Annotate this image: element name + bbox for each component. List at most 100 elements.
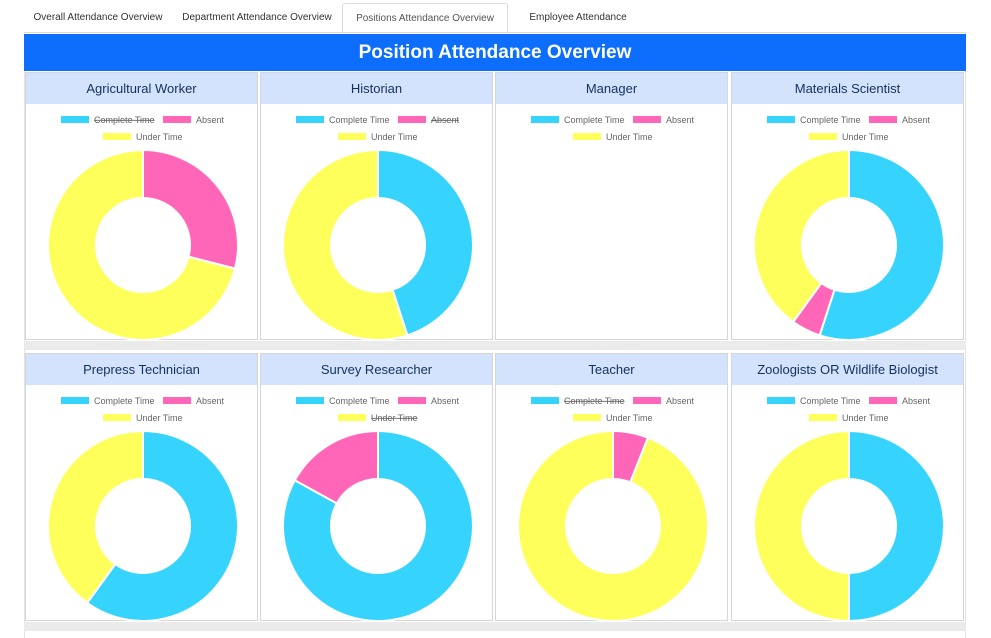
legend-label: Under Time	[606, 413, 653, 423]
legend-complete-time[interactable]: Complete Time	[296, 115, 390, 125]
legend-label: Under Time	[842, 413, 889, 423]
legend-label: Complete Time	[329, 396, 390, 406]
chart-title: Historian	[261, 73, 492, 104]
page-title: Position Attendance Overview	[24, 34, 966, 71]
legend-under-time[interactable]: Under Time	[338, 132, 418, 142]
legend-under-time[interactable]: Under Time	[338, 413, 418, 423]
legend-swatch	[61, 397, 89, 404]
chart-card: Prepress Technician Complete Time Absent U…	[25, 353, 258, 622]
legend-complete-time[interactable]: Complete Time	[531, 396, 625, 406]
legend-swatch	[869, 397, 897, 404]
legend-swatch	[531, 397, 559, 404]
legend-swatch	[809, 133, 837, 140]
legend-swatch	[103, 133, 131, 140]
chart-card: Manager Complete Time Absent Under Time	[495, 72, 728, 340]
legend-complete-time[interactable]: Complete Time	[767, 115, 861, 125]
legend-swatch	[61, 116, 89, 123]
legend-absent[interactable]: Absent	[398, 115, 460, 125]
legend-complete-time[interactable]: Complete Time	[767, 396, 861, 406]
legend-label: Absent	[666, 396, 695, 406]
legend-swatch	[398, 116, 426, 123]
legend-label: Complete Time	[329, 115, 390, 125]
legend-absent[interactable]: Absent	[163, 115, 225, 125]
slice-under-time[interactable]	[517, 429, 709, 622]
legend-absent[interactable]: Absent	[163, 396, 225, 406]
doughnut-chart: Complete Time Absent Under Time	[47, 396, 239, 622]
legend-swatch	[809, 414, 837, 421]
tab-bar: Overall Attendance Overview Department A…	[24, 0, 966, 53]
chart-title: Survey Researcher	[261, 354, 492, 385]
legend-absent[interactable]: Absent	[398, 396, 460, 406]
legend-swatch	[767, 397, 795, 404]
chart-card: Agricultural Worker Complete Time Absent U…	[25, 72, 258, 341]
doughnut-chart: Complete Time Absent Under Time	[753, 396, 945, 622]
legend-label: Absent	[196, 115, 225, 125]
legend-complete-time[interactable]: Complete Time	[531, 115, 625, 125]
doughnut-chart: Complete Time Absent Under Time	[282, 115, 474, 341]
slice-under-time[interactable]	[753, 429, 850, 622]
legend-label: Complete Time	[94, 115, 155, 125]
legend-swatch	[296, 116, 324, 123]
legend-label: Complete Time	[564, 115, 625, 125]
row-separator	[24, 341, 966, 350]
chart-title: Materials Scientist	[732, 73, 963, 104]
chart-title: Prepress Technician	[26, 354, 257, 385]
legend-under-time[interactable]: Under Time	[573, 413, 653, 423]
legend-swatch	[869, 116, 897, 123]
legend-swatch	[573, 414, 601, 421]
slice-complete-time[interactable]	[848, 429, 945, 622]
legend-label: Absent	[666, 115, 695, 125]
legend-absent[interactable]: Absent	[869, 396, 931, 406]
doughnut-chart: Complete Time Absent Under Time	[531, 115, 695, 142]
legend-swatch	[633, 397, 661, 404]
legend-absent[interactable]: Absent	[633, 115, 695, 125]
legend-swatch	[398, 397, 426, 404]
legend-swatch	[296, 397, 324, 404]
legend-label: Under Time	[136, 132, 183, 142]
legend-label: Complete Time	[800, 396, 861, 406]
chart-title: Manager	[496, 73, 727, 104]
legend-label: Under Time	[842, 132, 889, 142]
legend-label: Under Time	[371, 413, 418, 423]
legend-complete-time[interactable]: Complete Time	[61, 115, 155, 125]
legend-under-time[interactable]: Under Time	[809, 413, 889, 423]
legend-label: Absent	[431, 115, 460, 125]
chart-card: Teacher Complete Time Absent Under Time	[495, 353, 728, 622]
legend-label: Under Time	[371, 132, 418, 142]
chart-card: Historian Complete Time Absent Under Time	[260, 72, 493, 341]
legend-under-time[interactable]: Under Time	[103, 413, 183, 423]
doughnut-chart: Complete Time Absent Under Time	[282, 396, 474, 622]
row-separator	[24, 622, 966, 631]
legend-swatch	[633, 116, 661, 123]
doughnut-chart: Complete Time Absent Under Time	[517, 396, 709, 622]
legend-under-time[interactable]: Under Time	[809, 132, 889, 142]
legend-label: Complete Time	[94, 396, 155, 406]
legend-absent[interactable]: Absent	[633, 396, 695, 406]
legend-swatch	[531, 116, 559, 123]
chart-card: Survey Researcher Complete Time Absent Und…	[260, 353, 493, 622]
legend-swatch	[767, 116, 795, 123]
legend-swatch	[573, 133, 601, 140]
doughnut-chart: Complete Time Absent Under Time	[47, 115, 239, 341]
legend-swatch	[103, 414, 131, 421]
tab-overall[interactable]: Overall Attendance Overview	[24, 3, 172, 33]
legend-under-time[interactable]: Under Time	[103, 132, 183, 142]
legend-label: Absent	[902, 115, 931, 125]
tab-positions[interactable]: Positions Attendance Overview	[342, 3, 508, 33]
tab-department[interactable]: Department Attendance Overview	[172, 3, 342, 33]
legend-absent[interactable]: Absent	[869, 115, 931, 125]
legend-swatch	[163, 397, 191, 404]
slice-absent[interactable]	[142, 148, 239, 270]
legend-label: Absent	[431, 396, 460, 406]
legend-label: Under Time	[606, 132, 653, 142]
legend-label: Complete Time	[800, 115, 861, 125]
doughnut-chart: Complete Time Absent Under Time	[753, 115, 945, 341]
legend-under-time[interactable]: Under Time	[573, 132, 653, 142]
legend-complete-time[interactable]: Complete Time	[61, 396, 155, 406]
legend-label: Absent	[902, 396, 931, 406]
legend-label: Absent	[196, 396, 225, 406]
chart-card: Zoologists OR Wildlife Biologist Complet…	[731, 353, 964, 622]
legend-complete-time[interactable]: Complete Time	[296, 396, 390, 406]
chart-title: Zoologists OR Wildlife Biologist	[732, 354, 963, 385]
tab-employee[interactable]: Employee Attendance Overview	[508, 3, 648, 53]
